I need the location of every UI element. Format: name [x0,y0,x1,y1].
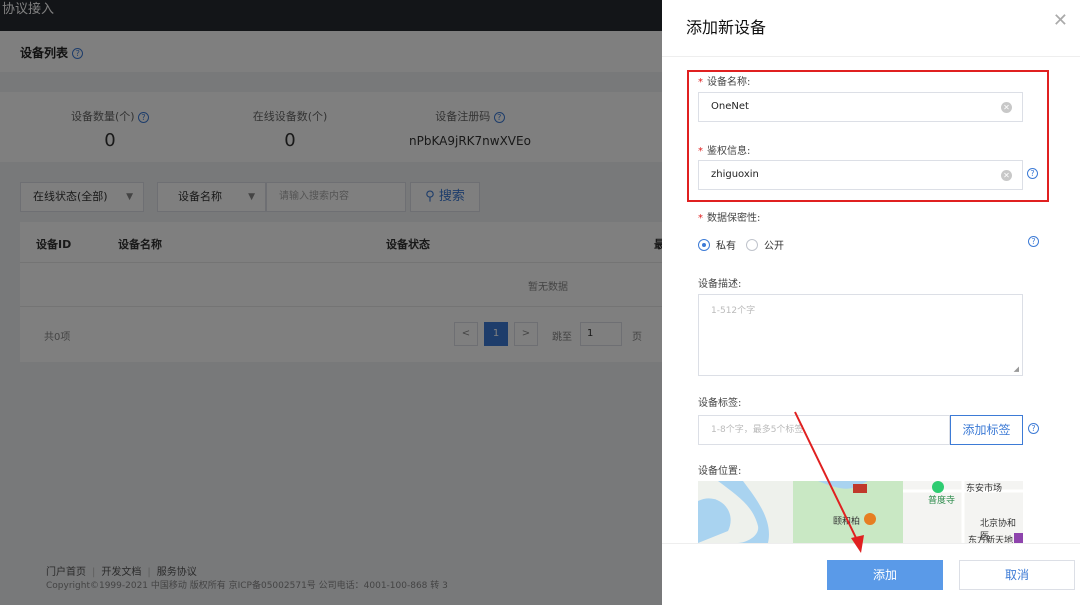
privacy-label-text: 数据保密性: [707,213,761,224]
auth-info-input[interactable]: zhiguoxin ✕ [698,160,1023,190]
description-textarea[interactable]: 1-512个字 ◢ [698,294,1023,376]
map-label: 东方新天地 [968,536,1014,543]
map-label: 东安市场 [966,484,1003,494]
map-label: 颐和柏 [833,517,861,527]
privacy-label: * 数据保密性: [698,209,760,224]
radio-label: 私有 [716,241,736,252]
drawer-title: 添加新设备 [686,18,767,37]
close-icon[interactable]: ✕ [1053,10,1068,31]
device-name-input[interactable]: OneNet ✕ [698,92,1023,122]
map-label: 普度寺 [928,496,956,506]
location-label: 设备位置: [698,466,742,477]
question-circle-icon[interactable]: ? [1027,168,1038,179]
radio-checked-icon [698,238,710,251]
radio-private[interactable]: 私有 [698,237,736,252]
device-name-label-text: 设备名称: [707,77,751,88]
add-tag-button[interactable]: 添加标签 [950,415,1023,445]
resize-handle-icon[interactable]: ◢ [1014,365,1019,373]
add-device-drawer: 添加新设备 ✕ * 设备名称: OneNet ✕ * 鉴权信息: zhiguoxin… [662,0,1080,605]
tags-input[interactable]: 1-8个字，最多5个标签 [698,415,950,445]
radio-public[interactable]: 公开 [746,237,784,252]
description-placeholder: 1-512个字 [711,306,756,316]
question-circle-icon[interactable]: ? [1028,423,1039,434]
location-map[interactable]: 东安市场 普度寺 北京协和医 东方新天地 颐和柏 [698,481,1023,543]
divider [662,56,1080,57]
device-name-value: OneNet [711,101,749,112]
tags-label: 设备标签: [698,398,742,409]
required-asterisk: * [698,77,703,88]
auth-info-label-text: 鉴权信息: [707,146,751,157]
auth-info-value: zhiguoxin [711,169,759,180]
device-name-label: * 设备名称: [698,73,750,88]
required-asterisk: * [698,213,703,224]
drawer-footer: 添加 取消 [662,543,1080,605]
required-asterisk: * [698,146,703,157]
cancel-button[interactable]: 取消 [959,560,1075,590]
description-label: 设备描述: [698,279,742,290]
radio-label: 公开 [764,241,784,252]
add-button[interactable]: 添加 [827,560,943,590]
question-circle-icon[interactable]: ? [1028,236,1039,247]
clear-icon[interactable]: ✕ [1001,170,1012,181]
clear-icon[interactable]: ✕ [1001,102,1012,113]
radio-unchecked-icon [746,238,758,251]
auth-info-label: * 鉴权信息: [698,142,750,157]
